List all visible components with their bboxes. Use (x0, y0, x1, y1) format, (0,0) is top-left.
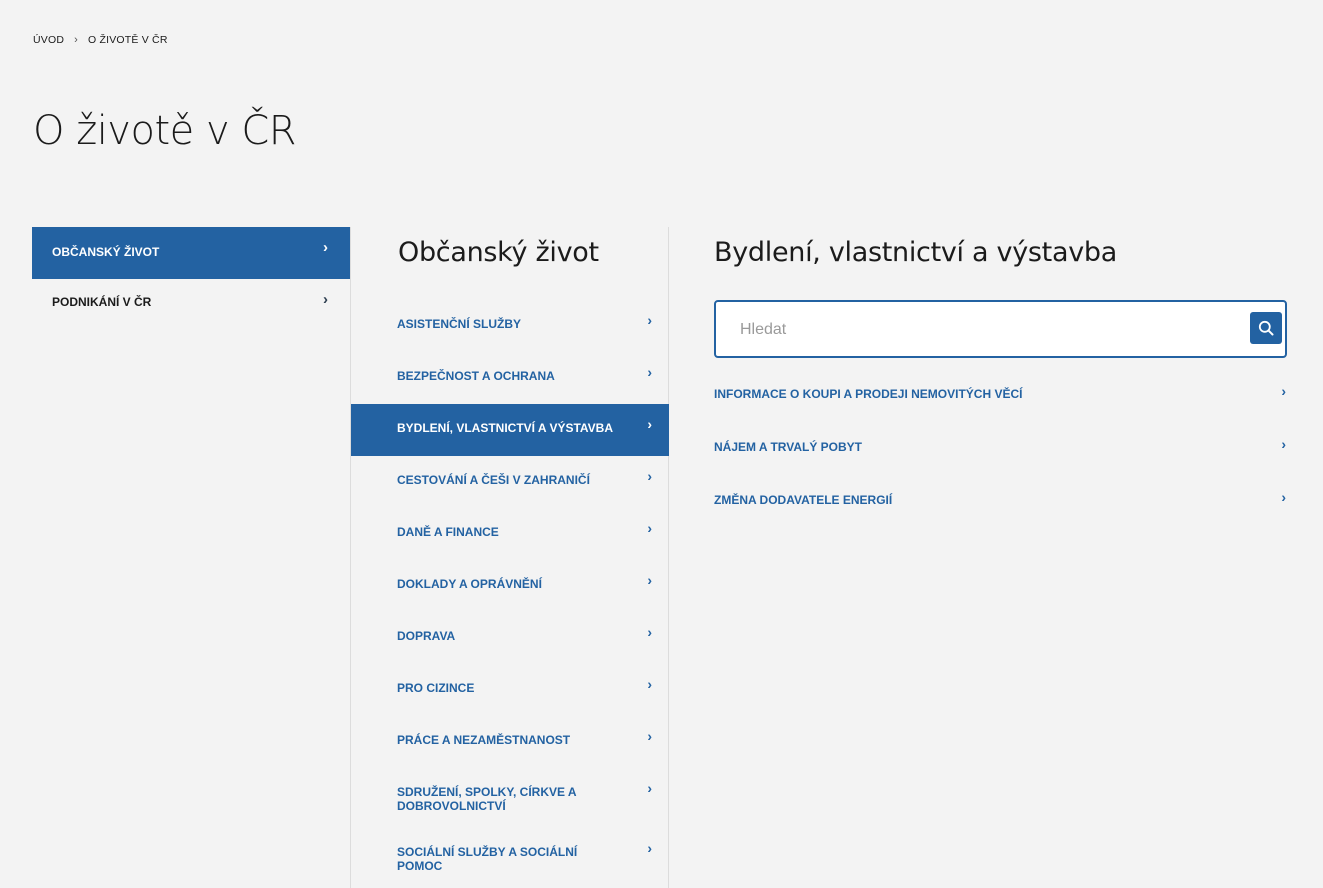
search-box (714, 300, 1287, 358)
level3-item-label: ZMĚNA DODAVATELE ENERGIÍ (714, 493, 893, 507)
chevron-right-icon: › (1281, 489, 1286, 505)
breadcrumb-separator-icon: › (74, 34, 79, 46)
search-icon (1258, 320, 1274, 336)
level3-item-zmena-dodavatele[interactable]: ZMĚNA DODAVATELE ENERGIÍ › (714, 489, 1286, 546)
chevron-right-icon: › (1281, 436, 1286, 452)
level3-item-label: NÁJEM A TRVALÝ POBYT (714, 440, 863, 454)
level2-item-label: SOCIÁLNÍ SLUŽBY A SOCIÁLNÍ POMOC (397, 845, 578, 873)
level2-item-label: BEZPEČNOST A OCHRANA (397, 369, 555, 383)
chevron-right-icon: › (647, 468, 652, 484)
level3-item-label: INFORMACE O KOUPI A PRODEJI NEMOVITÝCH V… (714, 387, 1023, 401)
chevron-right-icon: › (323, 239, 328, 256)
level1-item-label: PODNIKÁNÍ V ČR (52, 295, 152, 309)
level3-menu: INFORMACE O KOUPI A PRODEJI NEMOVITÝCH V… (714, 383, 1286, 546)
level1-menu: OBČANSKÝ ŽIVOT › PODNIKÁNÍ V ČR › (32, 227, 350, 331)
level2-item-label: ASISTENČNÍ SLUŽBY (397, 317, 522, 331)
chevron-right-icon: › (323, 291, 328, 308)
level2-item-sdruzeni[interactable]: SDRUŽENÍ, SPOLKY, CÍRKVE A DOBROVOLNICTV… (351, 768, 669, 828)
level2-item-bezpecnost[interactable]: BEZPEČNOST A OCHRANA › (351, 352, 669, 404)
breadcrumb: ÚVOD › O ŽIVOTĚ V ČR (33, 34, 168, 46)
level2-item-socialni[interactable]: SOCIÁLNÍ SLUŽBY A SOCIÁLNÍ POMOC › (351, 828, 669, 888)
search-button[interactable] (1250, 312, 1282, 344)
level2-item-doprava[interactable]: DOPRAVA › (351, 612, 669, 664)
level2-item-cestovani[interactable]: CESTOVÁNÍ A ČEŠI V ZAHRANIČÍ › (351, 456, 669, 508)
level2-item-label: DOPRAVA (397, 629, 456, 643)
chevron-right-icon: › (647, 840, 652, 856)
level3-item-koupe-prodej[interactable]: INFORMACE O KOUPI A PRODEJI NEMOVITÝCH V… (714, 383, 1286, 440)
level2-item-label: CESTOVÁNÍ A ČEŠI V ZAHRANIČÍ (397, 473, 590, 487)
chevron-right-icon: › (647, 780, 652, 796)
level2-heading: Občanský život (398, 237, 599, 268)
chevron-right-icon: › (647, 624, 652, 640)
level3-heading: Bydlení, vlastnictví a výstavba (714, 237, 1117, 268)
level2-item-pro-cizince[interactable]: PRO CIZINCE › (351, 664, 669, 716)
level2-item-label: DOKLADY A OPRÁVNĚNÍ (397, 577, 542, 591)
chevron-right-icon: › (647, 572, 652, 588)
level2-item-doklady[interactable]: DOKLADY A OPRÁVNĚNÍ › (351, 560, 669, 612)
chevron-right-icon: › (647, 676, 652, 692)
level3-item-najem[interactable]: NÁJEM A TRVALÝ POBYT › (714, 436, 1286, 493)
level1-item-podnikani[interactable]: PODNIKÁNÍ V ČR › (32, 279, 350, 331)
level2-item-prace[interactable]: PRÁCE A NEZAMĚSTNANOST › (351, 716, 669, 768)
level2-panel: Občanský život ASISTENČNÍ SLUŽBY › BEZPE… (350, 227, 669, 888)
level2-item-dane[interactable]: DANĚ A FINANCE › (351, 508, 669, 560)
chevron-right-icon: › (647, 416, 652, 432)
level2-item-label: PRÁCE A NEZAMĚSTNANOST (397, 733, 571, 747)
chevron-right-icon: › (647, 520, 652, 536)
level1-item-obcansky-zivot[interactable]: OBČANSKÝ ŽIVOT › (32, 227, 350, 279)
chevron-right-icon: › (647, 728, 652, 744)
chevron-right-icon: › (1281, 383, 1286, 399)
level2-item-label: BYDLENÍ, VLASTNICTVÍ A VÝSTAVBA (397, 421, 614, 435)
chevron-right-icon: › (647, 312, 652, 328)
breadcrumb-home-link[interactable]: ÚVOD (33, 34, 64, 46)
level1-item-label: OBČANSKÝ ŽIVOT (52, 245, 160, 259)
level2-item-label: PRO CIZINCE (397, 681, 475, 695)
level2-item-label: DANĚ A FINANCE (397, 525, 499, 539)
page-title: O životě v ČR (33, 108, 297, 154)
search-input[interactable] (738, 318, 1222, 342)
level2-item-label: SDRUŽENÍ, SPOLKY, CÍRKVE A DOBROVOLNICTV… (397, 785, 577, 813)
level2-item-bydleni[interactable]: BYDLENÍ, VLASTNICTVÍ A VÝSTAVBA › (351, 404, 669, 456)
chevron-right-icon: › (647, 364, 652, 380)
level2-item-asistencni-sluzby[interactable]: ASISTENČNÍ SLUŽBY › (351, 300, 669, 352)
breadcrumb-current: O ŽIVOTĚ V ČR (88, 34, 168, 46)
level2-menu: ASISTENČNÍ SLUŽBY › BEZPEČNOST A OCHRANA… (351, 300, 669, 888)
